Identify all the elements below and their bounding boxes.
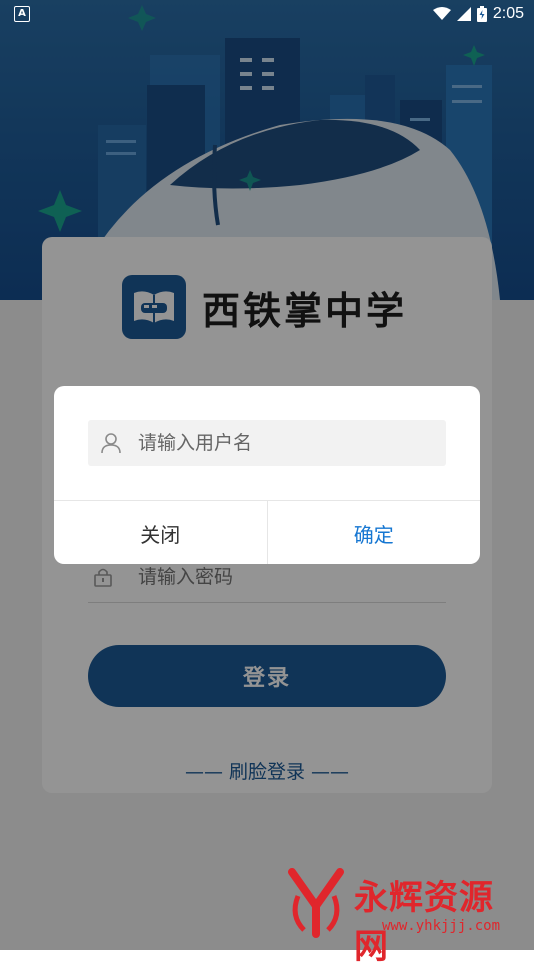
user-icon — [101, 433, 121, 454]
notification-a-icon: A — [14, 6, 30, 22]
watermark-url: www.yhkjjj.com — [382, 918, 501, 934]
battery-icon — [476, 6, 487, 22]
wifi-icon — [432, 7, 451, 20]
confirm-button[interactable]: 确定 — [268, 501, 481, 564]
status-time: 2:05 — [492, 5, 524, 22]
username-input[interactable] — [136, 431, 430, 455]
username-dialog: 关闭 确定 — [54, 386, 480, 564]
signal-icon — [456, 7, 471, 21]
status-bar: A 2:05 — [0, 0, 534, 28]
close-button[interactable]: 关闭 — [54, 501, 268, 564]
username-field — [88, 420, 446, 466]
watermark-logo-icon — [288, 868, 344, 938]
dialog-actions: 关闭 确定 — [54, 500, 480, 564]
watermark: 永辉资源网 www.yhkjjj.com — [286, 862, 526, 967]
